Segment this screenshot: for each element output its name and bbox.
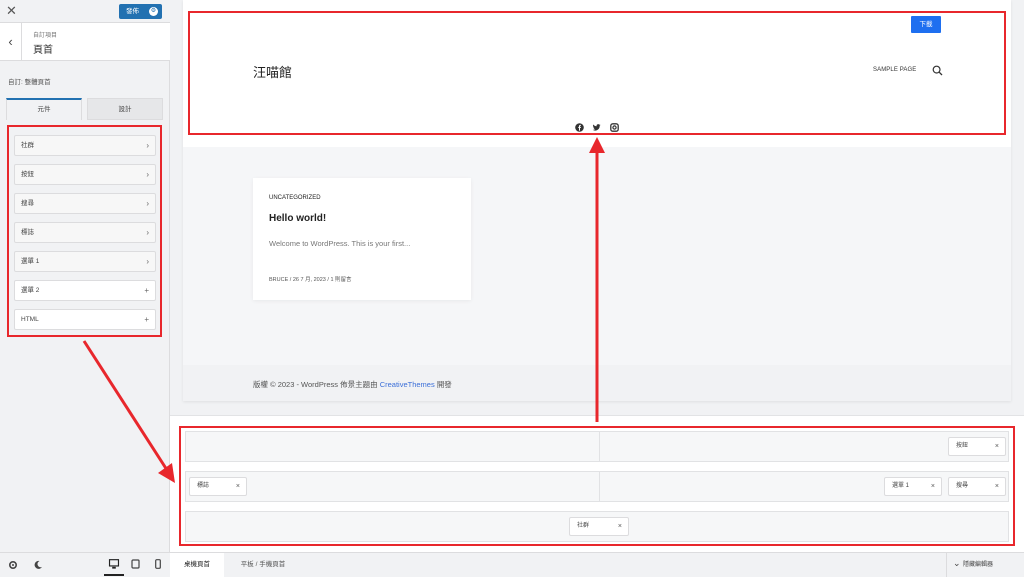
remove-icon[interactable]: × <box>931 478 935 495</box>
element-label: HTML <box>21 316 39 323</box>
back-icon[interactable]: ‹ <box>0 23 22 61</box>
element-list: 社群 › 按鈕 › 搜尋 › 標誌 › 選單 1 › 選單 2 + HTML + <box>7 125 162 337</box>
gear-icon[interactable] <box>8 560 18 570</box>
publish-button[interactable]: 發佈 ⚙ <box>119 4 162 19</box>
chevron-right-icon: › <box>146 199 149 208</box>
breadcrumb: 自訂項目 <box>33 33 58 39</box>
plus-icon[interactable]: + <box>144 310 149 329</box>
copyright-text: 版權 © 2023 - WordPress 佈景主題由 CreativeThem… <box>253 379 452 390</box>
builder-chip-logo[interactable]: 標誌 × <box>189 477 247 496</box>
row-divider <box>599 472 600 501</box>
element-label: 社群 <box>21 142 34 149</box>
sidebar-footer <box>0 552 170 577</box>
element-item-html[interactable]: HTML + <box>14 309 156 330</box>
section-header: ‹ 自訂項目 頁首 <box>0 23 170 61</box>
hide-builder-button[interactable]: ⌄ 隱藏編輯器 <box>946 553 1024 577</box>
post-card: UNCATEGORIZED Hello world! Welcome to Wo… <box>253 178 471 300</box>
publish-label: 發佈 <box>126 8 139 15</box>
element-item-menu-2[interactable]: 選單 2 + <box>14 280 156 301</box>
builder-row-middle: 標誌 × 選單 1 × 搜尋 × <box>185 471 1009 502</box>
post-title[interactable]: Hello world! <box>269 213 326 224</box>
moon-icon[interactable] <box>33 560 43 570</box>
builder-chip-search[interactable]: 搜尋 × <box>948 477 1006 496</box>
element-label: 搜尋 <box>21 200 34 207</box>
close-icon[interactable]: ✕ <box>6 3 17 19</box>
site-frame: 下載 汪喵館 SAMPLE PAGE UNCATEGORIZED Hello w… <box>183 0 1011 401</box>
twitter-icon[interactable] <box>592 119 602 131</box>
remove-icon[interactable]: × <box>236 478 240 495</box>
remove-icon[interactable]: × <box>618 518 622 535</box>
search-icon[interactable] <box>932 65 943 76</box>
tab-elements[interactable]: 元件 <box>6 98 82 120</box>
section-title: 頁首 <box>33 45 53 56</box>
element-label: 按鈕 <box>21 171 34 178</box>
remove-icon[interactable]: × <box>995 438 999 455</box>
chevron-right-icon: › <box>146 141 149 150</box>
chevron-down-icon: ⌄ <box>953 558 961 568</box>
element-label: 選單 1 <box>21 258 40 265</box>
row-divider <box>599 432 600 461</box>
mobile-preview-icon[interactable] <box>155 559 161 569</box>
builder-chip-button[interactable]: 按鈕 × <box>948 437 1006 456</box>
header-highlight <box>188 11 1006 135</box>
tab-desktop-header[interactable]: 桌機頁首 <box>170 553 224 577</box>
element-item-button[interactable]: 按鈕 › <box>14 164 156 185</box>
element-item-search[interactable]: 搜尋 › <box>14 193 156 214</box>
download-button[interactable]: 下載 <box>911 16 941 33</box>
chip-label: 社群 <box>577 523 590 529</box>
editing-label: 自訂: 整體頁首 <box>8 79 51 86</box>
post-meta: BRUCE / 26 7 月, 2023 / 1 則留言 <box>269 277 352 283</box>
nav-item-sample-page[interactable]: SAMPLE PAGE <box>873 67 916 73</box>
creativethemes-link[interactable]: CreativeThemes <box>380 380 435 389</box>
builder-row-top: 按鈕 × <box>185 431 1009 462</box>
element-item-menu-1[interactable]: 選單 1 › <box>14 251 156 272</box>
chip-label: 搜尋 <box>956 483 969 489</box>
remove-icon[interactable]: × <box>995 478 999 495</box>
copyright-suffix: 開發 <box>436 380 452 389</box>
social-icons <box>575 119 623 132</box>
chevron-right-icon: › <box>146 170 149 179</box>
chevron-right-icon: › <box>146 257 149 266</box>
facebook-icon[interactable] <box>575 119 584 132</box>
site-title[interactable]: 汪喵館 <box>253 62 292 81</box>
site-preview: 下載 汪喵館 SAMPLE PAGE UNCATEGORIZED Hello w… <box>170 0 1024 415</box>
chip-label: 選單 1 <box>892 483 910 489</box>
chip-label: 按鈕 <box>956 443 969 449</box>
tab-tablet-mobile-header[interactable]: 平板 / 手機頁首 <box>228 553 298 577</box>
chevron-right-icon: › <box>146 228 149 237</box>
instagram-icon[interactable] <box>610 119 619 132</box>
builder-chip-menu-1[interactable]: 選單 1 × <box>884 477 942 496</box>
builder-bottom-bar: 桌機頁首 平板 / 手機頁首 ⌄ 隱藏編輯器 <box>170 552 1024 577</box>
plus-icon[interactable]: + <box>144 281 149 300</box>
customizer-sidebar: ✕ 發佈 ⚙ ‹ 自訂項目 頁首 自訂: 整體頁首 元件 設計 社群 › 按鈕 › … <box>0 0 170 552</box>
publish-settings-icon[interactable]: ⚙ <box>149 7 158 16</box>
hide-builder-label: 隱藏編輯器 <box>963 562 994 568</box>
copyright-prefix: 版權 © 2023 - WordPress 佈景主題由 <box>253 380 378 389</box>
sidebar-topbar: ✕ 發佈 ⚙ <box>0 0 170 23</box>
tablet-preview-icon[interactable] <box>131 559 140 569</box>
builder-row-bottom: 社群 × <box>185 511 1009 542</box>
desktop-preview-icon[interactable] <box>104 557 124 576</box>
site-footer: 版權 © 2023 - WordPress 佈景主題由 CreativeThem… <box>183 365 1011 401</box>
element-item-logo[interactable]: 標誌 › <box>14 222 156 243</box>
element-label: 選單 2 <box>21 287 40 294</box>
builder-chip-social[interactable]: 社群 × <box>569 517 629 536</box>
element-item-social[interactable]: 社群 › <box>14 135 156 156</box>
element-label: 標誌 <box>21 229 34 236</box>
builder-highlight: 按鈕 × 標誌 × 選單 1 × 搜尋 × 社群 × <box>179 426 1015 546</box>
header-builder: 按鈕 × 標誌 × 選單 1 × 搜尋 × 社群 × <box>170 415 1024 552</box>
chip-label: 標誌 <box>197 483 210 489</box>
tab-design[interactable]: 設計 <box>87 98 163 120</box>
post-category[interactable]: UNCATEGORIZED <box>269 195 321 201</box>
post-excerpt: Welcome to WordPress. This is your first… <box>269 239 411 248</box>
